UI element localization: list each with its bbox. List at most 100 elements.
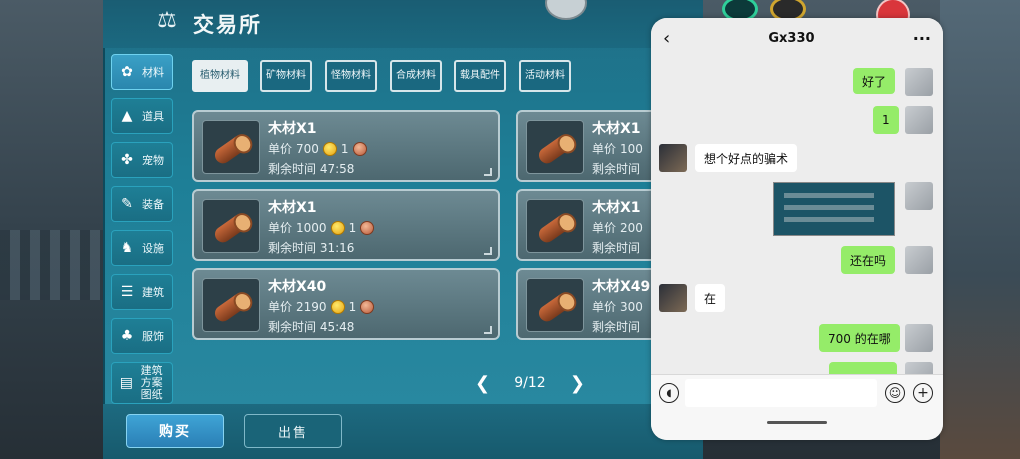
gold-coin-icon bbox=[330, 220, 345, 235]
sidebar-item-label: 材料 bbox=[142, 66, 164, 79]
buy-button[interactable]: 购买 bbox=[126, 414, 224, 448]
item-thumbnail bbox=[202, 278, 260, 332]
wood-log-icon bbox=[535, 131, 577, 167]
sidebar-item-label: 服饰 bbox=[142, 330, 164, 343]
blueprint-icon: ▤ bbox=[119, 375, 133, 391]
avatar bbox=[659, 284, 687, 312]
message-bubble: 想个好点的骗术 bbox=[695, 144, 798, 172]
paw-icon: ✤ bbox=[121, 152, 133, 168]
sell-button[interactable]: 出售 bbox=[244, 414, 342, 448]
gold-coin-icon bbox=[330, 299, 345, 314]
tab-mineral-materials[interactable]: 矿物材料 bbox=[260, 60, 312, 92]
corner-mark bbox=[484, 326, 492, 334]
tab-event-materials[interactable]: 活动材料 bbox=[519, 60, 571, 92]
more-icon[interactable]: ··· bbox=[913, 29, 931, 48]
price-label: 单价 bbox=[592, 142, 617, 156]
pager: ❮ 9/12 ❯ bbox=[475, 372, 585, 394]
message-input[interactable] bbox=[685, 379, 877, 407]
time-value: 47:58 bbox=[319, 162, 355, 176]
wood-log-icon bbox=[211, 210, 253, 246]
tab-synthetic-materials[interactable]: 合成材料 bbox=[390, 60, 442, 92]
scale-icon: ⚖ bbox=[157, 8, 177, 33]
page-indicator: 9/12 bbox=[514, 375, 546, 391]
item-name: 木材X1 bbox=[268, 200, 317, 216]
item-name: 木材X1 bbox=[592, 121, 641, 137]
price-value: 100 bbox=[620, 141, 643, 156]
item-thumbnail bbox=[202, 120, 260, 174]
message-bubble: 还在吗 bbox=[841, 246, 896, 274]
next-page-arrow-icon[interactable]: ❯ bbox=[570, 373, 585, 394]
home-indicator bbox=[767, 421, 827, 424]
item-thumbnail bbox=[526, 120, 584, 174]
sidebar-item-label: 装备 bbox=[142, 198, 164, 211]
price-qty: 1 bbox=[340, 141, 349, 156]
back-arrow-icon[interactable]: ‹ bbox=[663, 28, 670, 49]
item-thumbnail bbox=[526, 278, 584, 332]
corner-mark bbox=[484, 247, 492, 255]
wood-log-icon bbox=[211, 131, 253, 167]
message-bubble: 1 bbox=[873, 106, 899, 134]
wood-log-icon bbox=[211, 289, 253, 325]
avatar bbox=[905, 106, 933, 134]
message-bubble: 700 的在哪 bbox=[819, 324, 900, 352]
image-line bbox=[784, 217, 874, 222]
copper-coin-icon bbox=[360, 299, 375, 314]
item-thumbnail bbox=[202, 199, 260, 253]
price-value: 1000 bbox=[296, 220, 327, 235]
price-label: 单价 bbox=[268, 142, 293, 156]
price-label: 单价 bbox=[268, 300, 293, 314]
message-image[interactable] bbox=[773, 182, 895, 236]
time-label: 剩余时间 bbox=[268, 320, 317, 334]
sidebar-item-label: 宠物 bbox=[142, 154, 164, 167]
tab-monster-materials[interactable]: 怪物材料 bbox=[325, 60, 377, 92]
background-right bbox=[940, 0, 1020, 459]
item-price: 单价 200 bbox=[592, 219, 643, 236]
time-value: 45:48 bbox=[319, 320, 355, 334]
image-line bbox=[784, 193, 874, 198]
message-bubble: 在 bbox=[695, 284, 726, 312]
clothing-icon: ♣ bbox=[120, 328, 134, 344]
item-time: 剩余时间 31:16 bbox=[268, 239, 354, 256]
listing-card[interactable]: 木材X1 单价 700 1 剩余时间 47:58 bbox=[192, 110, 500, 182]
sidebar-item-blueprint[interactable]: ▤ 建筑方案图纸 bbox=[111, 362, 173, 404]
listing-card[interactable]: 木材X40 单价 2190 1 剩余时间 45:48 bbox=[192, 268, 500, 340]
avatar bbox=[905, 246, 933, 274]
item-time: 剩余时间 bbox=[592, 160, 640, 177]
item-time: 剩余时间 47:58 bbox=[268, 160, 354, 177]
price-label: 单价 bbox=[268, 221, 293, 235]
sidebar-item-facility[interactable]: ♞ 设施 bbox=[111, 230, 173, 266]
sidebar-item-props[interactable]: ▲ 道具 bbox=[111, 98, 173, 134]
item-time: 剩余时间 bbox=[592, 239, 640, 256]
sidebar-item-equipment[interactable]: ✎ 装备 bbox=[111, 186, 173, 222]
price-label: 单价 bbox=[592, 221, 617, 235]
message-bubble: 好了 bbox=[853, 68, 896, 94]
item-name: 木材X1 bbox=[592, 200, 641, 216]
sidebar-item-materials[interactable]: ✿ 材料 bbox=[111, 54, 173, 90]
price-label: 单价 bbox=[592, 300, 617, 314]
chat-input-bar: ◖ ☺ + bbox=[651, 374, 943, 440]
building-icon: ☰ bbox=[120, 284, 134, 300]
time-value: 31:16 bbox=[319, 241, 355, 255]
item-name: 木材X1 bbox=[268, 121, 317, 137]
tab-vehicle-parts[interactable]: 载具配件 bbox=[454, 60, 506, 92]
prev-page-arrow-icon[interactable]: ❮ bbox=[475, 373, 490, 394]
voice-icon[interactable]: ◖ bbox=[659, 383, 679, 403]
avatar bbox=[659, 144, 687, 172]
tab-plant-materials[interactable]: 植物材料 bbox=[192, 60, 248, 92]
chat-window: ‹ Gx330 ··· 好了 1 想个好点的骗术 还在吗 在 700 的在哪 ◖… bbox=[651, 18, 943, 440]
avatar bbox=[905, 324, 933, 352]
item-name: 木材X40 bbox=[268, 279, 327, 295]
time-label: 剩余时间 bbox=[268, 162, 317, 176]
sidebar-item-label: 设施 bbox=[142, 242, 164, 255]
chat-header: ‹ Gx330 ··· bbox=[651, 18, 943, 58]
plus-icon[interactable]: + bbox=[913, 383, 933, 403]
item-time: 剩余时间 45:48 bbox=[268, 318, 354, 335]
listing-card[interactable]: 木材X1 单价 1000 1 剩余时间 31:16 bbox=[192, 189, 500, 261]
sidebar-item-pets[interactable]: ✤ 宠物 bbox=[111, 142, 173, 178]
emoji-icon[interactable]: ☺ bbox=[885, 383, 905, 403]
sidebar-item-clothing[interactable]: ♣ 服饰 bbox=[111, 318, 173, 354]
price-value: 700 bbox=[296, 141, 319, 156]
sidebar-item-label: 道具 bbox=[142, 110, 164, 123]
item-price: 单价 700 1 bbox=[268, 140, 367, 157]
sidebar-item-building[interactable]: ☰ 建筑 bbox=[111, 274, 173, 310]
